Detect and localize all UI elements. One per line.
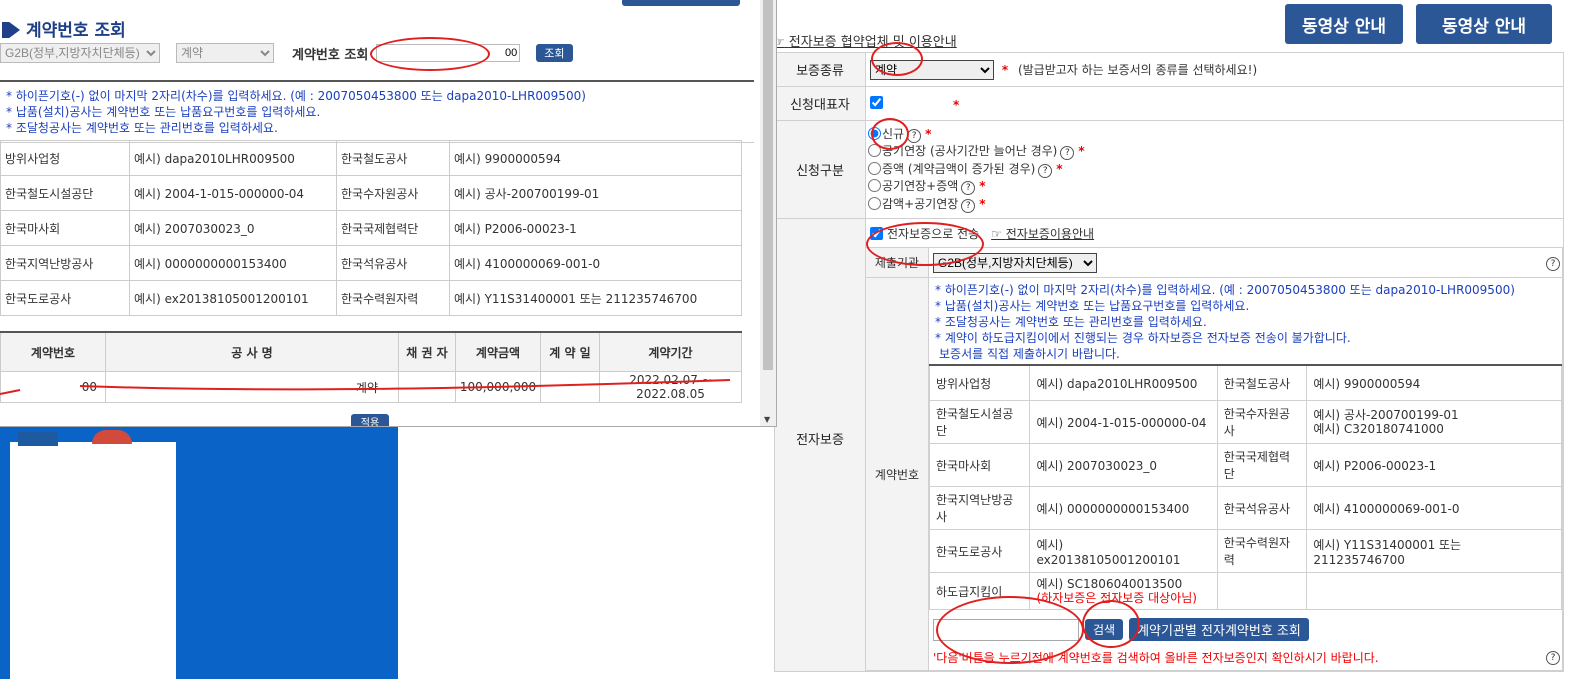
guide-link[interactable]: ☞ 전자보증 협약업체 및 이용안내	[773, 31, 957, 50]
note-line: * 하이픈기호(-) 없이 마지막 2자리(차수)를 입력하세요. (예 : 2…	[935, 283, 1515, 297]
help-icon: ?	[961, 181, 976, 196]
note-line: * 하이픈기호(-) 없이 마지막 2자리(차수)를 입력하세요. (예 : 2…	[6, 89, 586, 103]
note-line: * 납품(설치)공사는 계약번호 또는 납품요구번호를 입력하세요.	[935, 299, 1250, 313]
help-icon: ?	[961, 198, 976, 213]
help-icon[interactable]: ?	[1546, 651, 1560, 665]
org-select[interactable]: G2B(정부,지방자치단체등)	[0, 43, 160, 63]
org-search-button[interactable]: 계약기관별 전자계약번호 조회	[1129, 618, 1309, 641]
scroll-down-icon: ▼	[764, 415, 771, 424]
annotation-circle	[866, 222, 984, 266]
guide-link-label: 전자보증 협약업체 및 이용안내	[788, 35, 957, 50]
desktop-background	[0, 426, 398, 679]
apply-option-new[interactable]: 신규? *	[868, 126, 1562, 144]
hand-pointer-icon: ☞	[991, 226, 1002, 241]
search-label: 계약번호 조회	[292, 47, 369, 63]
background-page: 동영상 안내 동영상 안내 ☞ 전자보증 협약업체 및 이용안내 보증종류 계약…	[768, 0, 1581, 679]
egt-info-link[interactable]: ☞ 전자보증이용안내	[991, 225, 1094, 242]
annotation-circle	[370, 37, 490, 71]
annotation-circle	[871, 42, 923, 76]
contract-example-table: 방위사업청 예시) dapa2010LHR009500 한국철도공사 예시) 9900…	[928, 364, 1562, 610]
guarantee-type-hint: (발급받고자 하는 보증서의 종류를 선택하세요!)	[1017, 62, 1258, 77]
annotation-circle	[871, 118, 909, 150]
help-icon: ?	[907, 128, 922, 143]
popup-search-button[interactable]: 조회	[536, 44, 573, 62]
video-guide-button-2[interactable]: 동영상 안내	[1416, 4, 1552, 44]
applicant-rep-label: 신청대표자	[774, 86, 866, 121]
popup-example-table: 방위사업청 예시) dapa2010LHR009500 한국철도공사 예시) 9900…	[0, 140, 742, 316]
popup-title: 계약번호 조회	[2, 16, 126, 41]
type-select[interactable]: 계약	[176, 43, 274, 63]
apply-type-label: 신청구분	[774, 120, 866, 219]
note-line: * 조달청공사는 계약번호 또는 관리번호를 입력하세요.	[6, 121, 278, 135]
popup-top-button[interactable]	[622, 0, 740, 6]
taskbar-icon[interactable]	[92, 430, 132, 444]
title-arrow-icon	[2, 22, 20, 38]
apply-option-increase[interactable]: 증액 (계약금액이 증가된 경우)? *	[868, 161, 1562, 179]
annotation-circle	[936, 596, 1084, 664]
apply-option-decrease-extend[interactable]: 감액+공기연장? *	[868, 196, 1562, 214]
apply-option-extend-increase[interactable]: 공기연장+증액? *	[868, 178, 1562, 196]
note-line: * 계약이 하도급지킴이에서 진행되는 경우 하자보증은 전자보증 전송이 불가…	[935, 331, 1351, 345]
help-icon: ?	[1060, 146, 1075, 161]
note-line: * 납품(설치)공사는 계약번호 또는 납품요구번호를 입력하세요.	[6, 105, 321, 119]
contract-no-label: 계약번호	[866, 277, 929, 671]
apply-button[interactable]: 적용	[351, 414, 389, 426]
video-guide-button-1[interactable]: 동영상 안내	[1285, 4, 1403, 44]
note-line: * 조달청공사는 계약번호 또는 관리번호를 입력하세요.	[935, 315, 1207, 329]
egt-label: 전자보증	[774, 218, 866, 672]
desktop-white-block	[10, 442, 176, 679]
note-line: 보증서를 직접 제출하시기 바랍니다.	[939, 347, 1120, 361]
annotation-circle	[1082, 600, 1140, 648]
help-icon[interactable]: ?	[1546, 257, 1560, 271]
egt-notes: * 하이픈기호(-) 없이 마지막 2자리(차수)를 입력하세요. (예 : 2…	[929, 278, 1562, 364]
help-icon: ?	[1038, 163, 1053, 178]
popup-notes: * 하이픈기호(-) 없이 마지막 2자리(차수)를 입력하세요. (예 : 2…	[0, 80, 754, 143]
applicant-rep-checkbox[interactable]	[870, 95, 883, 109]
taskbar-icon[interactable]	[18, 432, 58, 446]
scrollbar-thumb[interactable]	[763, 0, 773, 370]
guarantee-type-label: 보증종류	[774, 52, 866, 87]
apply-option-extend[interactable]: 공기연장 (공사기간만 늘어난 경우)? *	[868, 143, 1562, 161]
annotation-underline	[0, 379, 731, 395]
popup-scrollbar[interactable]: ▼	[760, 0, 776, 426]
